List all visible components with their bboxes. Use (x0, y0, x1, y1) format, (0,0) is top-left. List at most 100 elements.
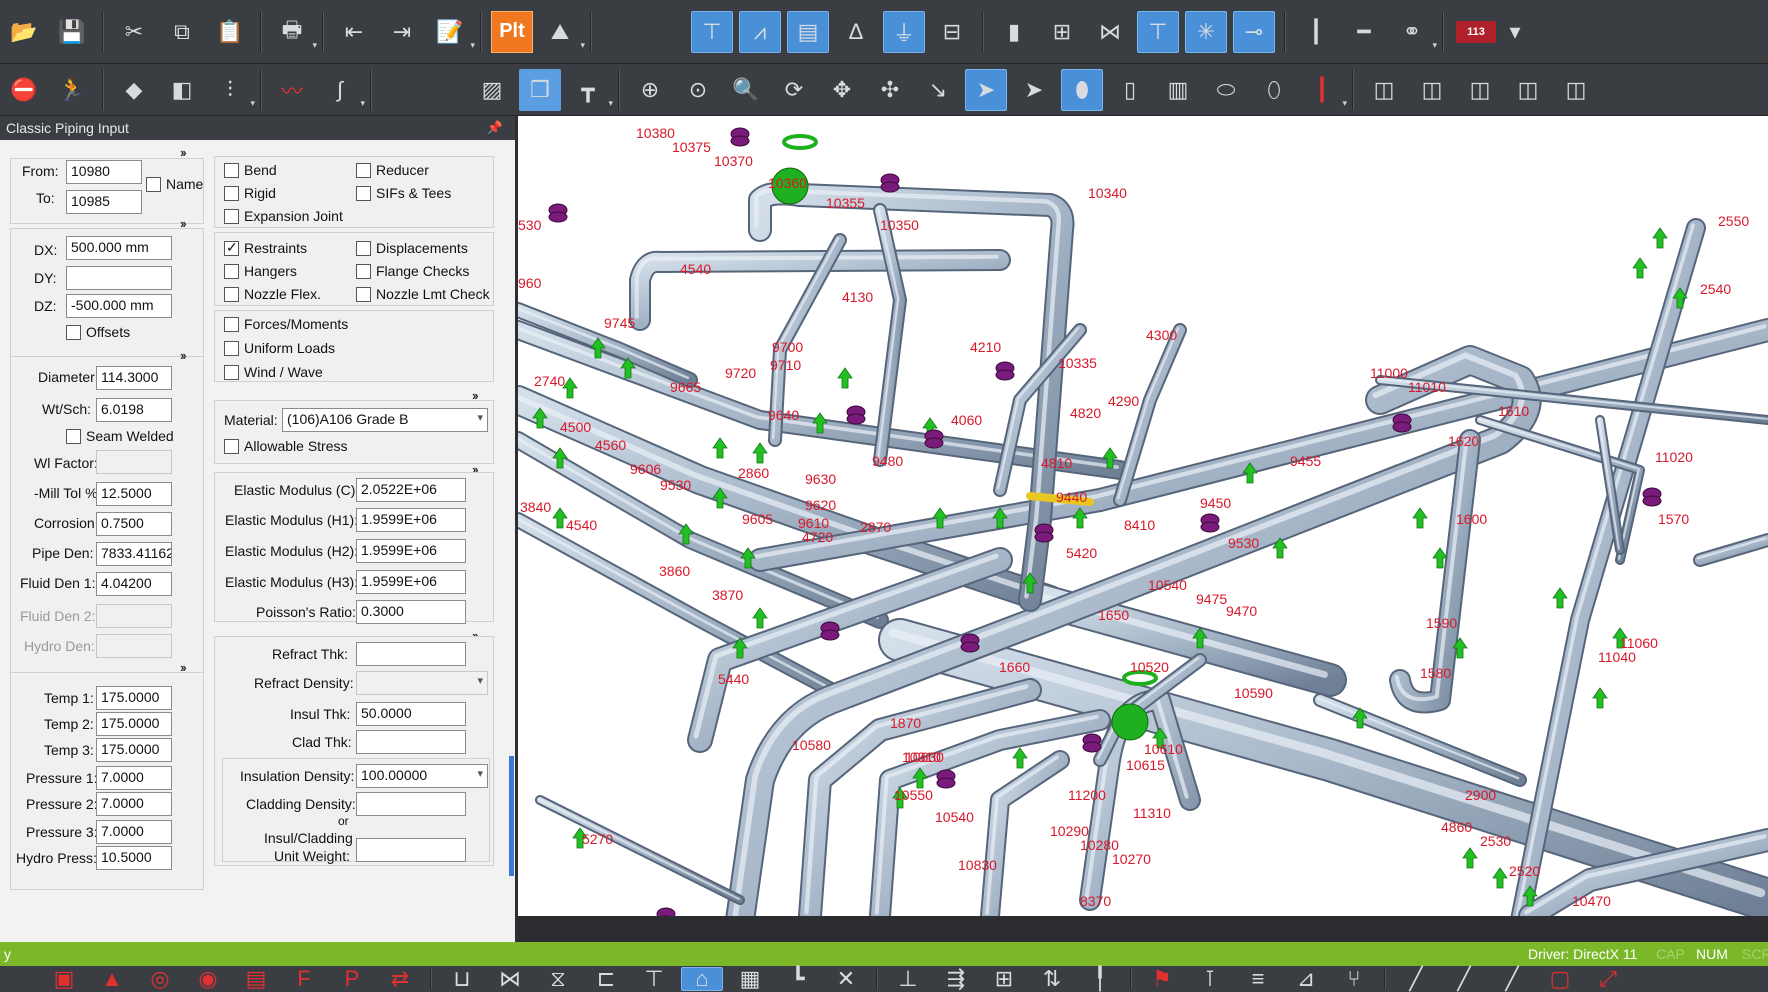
hanger-marker-icon[interactable] (880, 181, 900, 193)
mill-tol-input[interactable]: 12.5000 (96, 482, 172, 506)
hanger-marker-icon[interactable] (1200, 521, 1220, 533)
node-number-label[interactable]: 10470 (1572, 893, 1611, 909)
weight-icon[interactable]: ⊺ (1189, 966, 1231, 991)
seam-welded-checkbox[interactable]: Seam Welded (66, 428, 174, 444)
node-number-label[interactable]: 11040 (1598, 649, 1636, 665)
expand-chevron-icon[interactable]: ›› (180, 216, 187, 231)
node-number-label[interactable]: 4560 (595, 437, 626, 453)
toolbar-overflow-icon[interactable]: ▾ (1505, 11, 1525, 53)
nozzle-limit-check-checkbox[interactable]: Nozzle Lmt Check (356, 286, 490, 302)
bend-checkbox[interactable]: Bend (224, 162, 277, 178)
slash-c-icon[interactable]: ╱ (1491, 966, 1533, 991)
graph-icon[interactable]: ∫ ▾ (319, 69, 365, 111)
node-number-label[interactable]: 1610 (1498, 403, 1529, 419)
offsets-checkbox[interactable]: Offsets (66, 324, 130, 340)
axis-icon[interactable]: ✕ (825, 966, 867, 991)
zoom-icon[interactable]: 🔍 (725, 69, 767, 111)
node-number-label[interactable]: 9475 (1196, 591, 1227, 607)
hanger-marker-icon[interactable] (820, 629, 840, 641)
ruler-icon[interactable]: ┃ (1295, 11, 1337, 53)
pressure-1-input[interactable]: 7.0000 (96, 766, 172, 790)
restraint-tool-icon[interactable]: ⊤ (691, 10, 733, 53)
material-select[interactable]: (106)A106 Grade B (282, 408, 488, 432)
node-number-label[interactable]: 4210 (970, 339, 1001, 355)
node-number-label[interactable]: 11010 (1408, 379, 1446, 395)
axes-tool-icon[interactable]: ✳ (1185, 10, 1227, 53)
restraint-marker-icon[interactable] (1012, 747, 1028, 769)
error-count-badge[interactable]: 113 (1456, 20, 1496, 43)
hanger-marker-icon[interactable] (1082, 741, 1102, 753)
node-number-label[interactable]: 3840 (520, 499, 551, 515)
filter-icon[interactable]: ⊿ (1285, 966, 1327, 991)
box-icon[interactable]: ▢ (1539, 966, 1581, 991)
sort-icon[interactable]: ⇅ (1031, 966, 1073, 991)
branch-icon[interactable]: ⑂ (1333, 966, 1375, 991)
bars-icon[interactable]: ⫶ ▾ (209, 69, 255, 111)
hanger-marker-icon[interactable] (960, 641, 980, 653)
cube-view-icon[interactable]: ❒ (519, 68, 561, 111)
node-number-label[interactable]: 11310 (1133, 805, 1171, 821)
hanger-icon[interactable]: ⇶ (935, 966, 977, 991)
node-number-label[interactable]: 4720 (802, 529, 833, 545)
node-number-label[interactable]: 1570 (1658, 511, 1689, 527)
node-number-label[interactable]: 1620 (1448, 433, 1479, 449)
node-number-label[interactable]: 10350 (880, 217, 919, 233)
node-number-label[interactable]: 10610 (1144, 741, 1183, 757)
node-number-label[interactable]: 9440 (1056, 489, 1087, 505)
insul-thk-input[interactable]: 50.0000 (356, 702, 466, 726)
temp-2-input[interactable]: 175.0000 (96, 712, 172, 736)
sifs-tees-checkbox[interactable]: SIFs & Tees (356, 185, 451, 201)
render-translucent-icon[interactable]: ⬯ (1253, 69, 1295, 111)
displacement-icon[interactable]: ⇄ (379, 966, 421, 991)
node-number-label[interactable]: 2550 (1718, 213, 1749, 229)
select-group-icon[interactable]: ➤ (1013, 69, 1055, 111)
diamond-icon[interactable]: ◆ (113, 69, 155, 111)
valve-handwheel-icon[interactable] (782, 134, 818, 150)
previous-element-icon[interactable]: ⇤ (333, 11, 375, 53)
node-number-label[interactable]: 4060 (951, 412, 982, 428)
node-number-label[interactable]: 9530 (1228, 535, 1259, 551)
pipe-segment[interactable] (1512, 220, 1704, 916)
node-number-label[interactable]: 10375 (672, 139, 711, 155)
case-icon[interactable]: ▤ (235, 966, 277, 991)
zoom-window-icon[interactable]: ⊕ (629, 69, 671, 111)
temp-3-input[interactable]: 175.0000 (96, 738, 172, 762)
flange-checks-checkbox[interactable]: Flange Checks (356, 263, 469, 279)
hanger-marker-icon[interactable] (936, 777, 956, 789)
dz-input[interactable]: -500.000 mm (66, 294, 172, 318)
node-number-label[interactable]: 10615 (1126, 757, 1165, 773)
list-edit-icon[interactable]: 📝 ▾ (429, 11, 475, 53)
open-icon[interactable]: 📂 (3, 11, 45, 53)
anchor-tool-icon[interactable]: ⏚ (883, 10, 925, 53)
valve-icon[interactable]: ⊞ (1041, 11, 1083, 53)
node-number-label[interactable]: 960 (518, 275, 542, 291)
back-view-icon[interactable]: ◫ (1411, 69, 1453, 111)
node-number-label[interactable]: 2740 (534, 373, 565, 389)
node-icon[interactable]: ▣ (43, 966, 85, 991)
node-number-label[interactable]: 8370 (1080, 893, 1111, 909)
arrow-up-icon[interactable]: ▲ (91, 966, 133, 991)
uniform-loads-checkbox[interactable]: Uniform Loads (224, 340, 335, 356)
reducer-checkbox[interactable]: Reducer (356, 162, 429, 178)
hangers-checkbox[interactable]: Hangers (224, 263, 297, 279)
delta-icon[interactable]: Δ (835, 11, 877, 53)
expand-chevron-icon[interactable]: ›› (180, 145, 187, 160)
tee-icon[interactable]: ┳ ▾ (567, 69, 613, 111)
node-number-label[interactable]: 9605 (742, 511, 773, 527)
node-number-label[interactable]: 9640 (768, 407, 799, 423)
hydro-pressure-input[interactable]: 10.5000 (96, 846, 172, 870)
refract-density-select[interactable] (356, 671, 488, 695)
node-number-label[interactable]: 10380 (636, 125, 675, 141)
node-number-label[interactable]: 9720 (725, 365, 756, 381)
node-number-label[interactable]: 9530 (660, 477, 691, 493)
select-icon[interactable]: ➤ (965, 68, 1007, 111)
displacements-checkbox[interactable]: Displacements (356, 240, 468, 256)
table-icon[interactable]: ▦ (729, 966, 771, 991)
panel-scrollbar[interactable] (509, 756, 514, 876)
restraint-marker-icon[interactable] (1552, 587, 1568, 609)
node-number-label[interactable]: 530 (518, 217, 542, 233)
node-number-label[interactable]: 9630 (805, 471, 836, 487)
node-number-label[interactable]: 2860 (738, 465, 769, 481)
slash-a-icon[interactable]: ╱ (1395, 966, 1437, 991)
node-number-label[interactable]: 4540 (680, 261, 711, 277)
